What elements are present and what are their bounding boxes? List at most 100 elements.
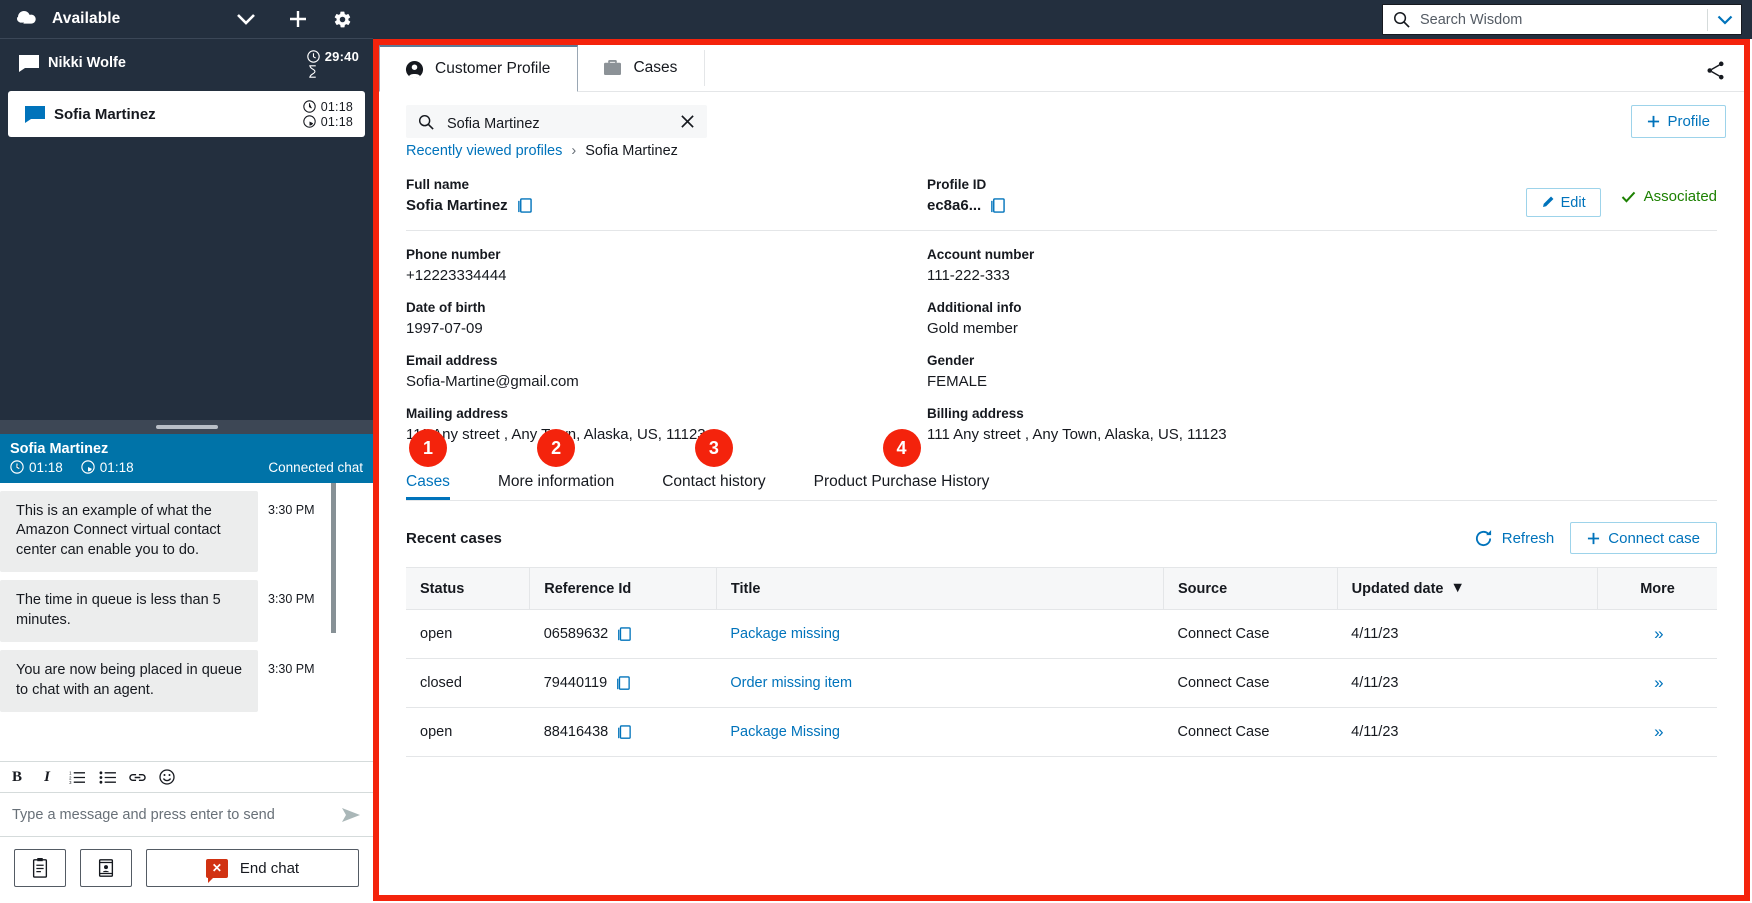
- contact-timer-value-2: 01:18: [320, 114, 353, 129]
- briefcase-icon: [603, 59, 622, 76]
- settings-gear-icon[interactable]: [325, 4, 359, 34]
- wisdom-chevron-down-icon[interactable]: [1717, 15, 1733, 25]
- contact-row-sofia-martinez[interactable]: Sofia Martinez 01:18 01:18: [8, 91, 365, 137]
- case-title-link[interactable]: Order missing item: [730, 675, 852, 691]
- ccp-panel: Available Nikki Wolfe 29:40 Sofia Martin…: [0, 0, 373, 903]
- status-chevron-down-icon[interactable]: [229, 4, 263, 34]
- profile-subtabs: 1 Cases 2 More information 3 Contact his…: [406, 429, 1717, 501]
- case-title-link[interactable]: Package Missing: [730, 724, 840, 740]
- chat-message-time: 3:30 PM: [268, 502, 315, 517]
- column-header-title[interactable]: Title: [716, 567, 1165, 610]
- chat-format-toolbar: B I 123: [0, 761, 373, 793]
- field-phone-number: Phone number +12223334444: [406, 247, 927, 284]
- subtab-cases[interactable]: 1 Cases: [406, 429, 450, 500]
- profile-row-identity: Full name Sofia Martinez Profile ID ec8a…: [406, 159, 1717, 217]
- column-header-updated-date[interactable]: Updated date ▼: [1337, 567, 1599, 610]
- chat-message-time: 3:30 PM: [268, 592, 315, 607]
- column-header-updated-date-label: Updated date: [1351, 581, 1444, 597]
- tab-customer-profile[interactable]: Customer Profile: [379, 45, 579, 92]
- panel-drag-handle[interactable]: [0, 419, 373, 434]
- chat-timer-clock: 01:18: [10, 460, 63, 475]
- reference-id-value: 88416438: [543, 724, 609, 740]
- field-label: Date of birth: [406, 300, 486, 315]
- chat-message: You are now being placed in queue to cha…: [0, 642, 373, 713]
- italic-icon[interactable]: I: [34, 764, 60, 790]
- subtab-product-purchase-history[interactable]: 4 Product Purchase History: [814, 429, 989, 500]
- panel-tabs: Customer Profile Cases: [379, 45, 1744, 92]
- refresh-button[interactable]: Refresh: [1474, 529, 1554, 548]
- breadcrumb-root-link[interactable]: Recently viewed profiles: [406, 143, 562, 159]
- connect-case-button[interactable]: Connect case: [1570, 522, 1717, 554]
- contact-card-icon-button[interactable]: [80, 849, 132, 887]
- chat-connection-status: Connected chat: [268, 459, 363, 475]
- bold-icon[interactable]: B: [4, 764, 30, 790]
- customer-profile-panel: Customer Profile Cases Sofia Martinez Pr…: [379, 45, 1744, 895]
- search-icon: [1393, 11, 1410, 28]
- cell-title: Package missing: [716, 609, 1164, 659]
- chat-message-time: 3:30 PM: [268, 662, 315, 677]
- chat-message-list: This is an example of what the Amazon Co…: [0, 482, 373, 761]
- subtab-label: More information: [497, 473, 615, 490]
- link-icon[interactable]: [124, 764, 150, 790]
- copy-icon[interactable]: [517, 197, 532, 214]
- associated-label: Associated: [1643, 188, 1717, 205]
- field-label: Billing address: [927, 406, 1024, 421]
- numbered-list-icon[interactable]: 123: [64, 764, 90, 790]
- clear-icon[interactable]: [680, 114, 695, 129]
- profile-search-input[interactable]: Sofia Martinez: [406, 105, 707, 138]
- edit-label: Edit: [1560, 194, 1586, 211]
- column-header-status[interactable]: Status: [406, 567, 531, 610]
- end-chat-button[interactable]: ✕ End chat: [146, 849, 359, 887]
- cell-title: Package Missing: [716, 707, 1164, 757]
- send-icon[interactable]: [341, 807, 361, 823]
- new-contact-plus-icon[interactable]: [281, 4, 315, 34]
- copy-icon[interactable]: [617, 626, 632, 642]
- agent-status-label: Available: [52, 10, 121, 27]
- tab-divider: [704, 50, 706, 86]
- table-row[interactable]: open 88416438 Package Missing Connect Ca…: [406, 707, 1717, 757]
- breadcrumb: Recently viewed profiles › Sofia Martine…: [379, 138, 1744, 159]
- table-row[interactable]: closed 79440119 Order missing item Conne…: [406, 658, 1717, 708]
- top-bar: Search Wisdom: [373, 0, 1752, 39]
- field-value: 111 Any street , Any Town, Alaska, US, 1…: [927, 426, 1227, 443]
- field-date-of-birth: Date of birth 1997-07-09: [406, 300, 927, 337]
- expand-row-chevron-icon[interactable]: »: [1654, 624, 1664, 643]
- field-value-wrapper: ec8a6...: [927, 197, 1407, 214]
- edit-button[interactable]: Edit: [1525, 188, 1601, 217]
- column-header-source[interactable]: Source: [1163, 567, 1338, 610]
- chat-timer-second-value: 01:18: [99, 459, 134, 475]
- profile-actions: Edit Associated: [1525, 177, 1717, 217]
- table-row[interactable]: open 06589632 Package missing Connect Ca…: [406, 609, 1717, 659]
- field-label: Account number: [927, 247, 1035, 262]
- field-billing-address: Billing address 111 Any street , Any Tow…: [927, 406, 1407, 443]
- subtab-more-information[interactable]: 2 More information: [497, 429, 615, 500]
- tab-label: Cases: [633, 58, 678, 76]
- bullet-list-icon[interactable]: [94, 764, 120, 790]
- app-root: Available Nikki Wolfe 29:40 Sofia Martin…: [0, 0, 1752, 903]
- share-icon[interactable]: [1705, 60, 1726, 81]
- expand-row-chevron-icon[interactable]: »: [1654, 673, 1664, 692]
- case-title-link[interactable]: Package missing: [730, 626, 840, 642]
- cell-updated-date: 4/11/23: [1337, 658, 1598, 708]
- copy-icon[interactable]: [617, 724, 632, 740]
- add-profile-button[interactable]: Profile: [1631, 105, 1726, 138]
- main-area: Search Wisdom Customer Profile Cases Sof…: [373, 0, 1752, 903]
- chat-header: Sofia Martinez 01:18 01:18 Connected cha…: [0, 433, 373, 483]
- recent-cases-header: Recent cases Refresh Connect case: [406, 522, 1717, 554]
- field-additional-info: Additional info Gold member: [927, 300, 1407, 337]
- tab-cases[interactable]: Cases: [578, 45, 705, 91]
- subtab-contact-history[interactable]: 3 Contact history: [662, 429, 766, 500]
- copy-icon[interactable]: [616, 675, 630, 691]
- chat-message-input[interactable]: Type a message and press enter to send: [0, 793, 373, 837]
- quick-responses-icon-button[interactable]: [14, 849, 66, 887]
- expand-row-chevron-icon[interactable]: »: [1654, 722, 1664, 741]
- field-label: Gender: [927, 353, 975, 368]
- copy-icon[interactable]: [990, 197, 1005, 214]
- emoji-icon[interactable]: [154, 764, 180, 790]
- breadcrumb-separator: ›: [571, 143, 577, 159]
- wisdom-search-input[interactable]: Search Wisdom: [1382, 4, 1742, 35]
- chat-scrollbar[interactable]: [331, 482, 336, 633]
- contact-row-nikki-wolfe[interactable]: Nikki Wolfe 29:40: [0, 39, 373, 87]
- field-value: FEMALE: [927, 373, 988, 390]
- column-header-reference-id[interactable]: Reference Id: [529, 567, 717, 610]
